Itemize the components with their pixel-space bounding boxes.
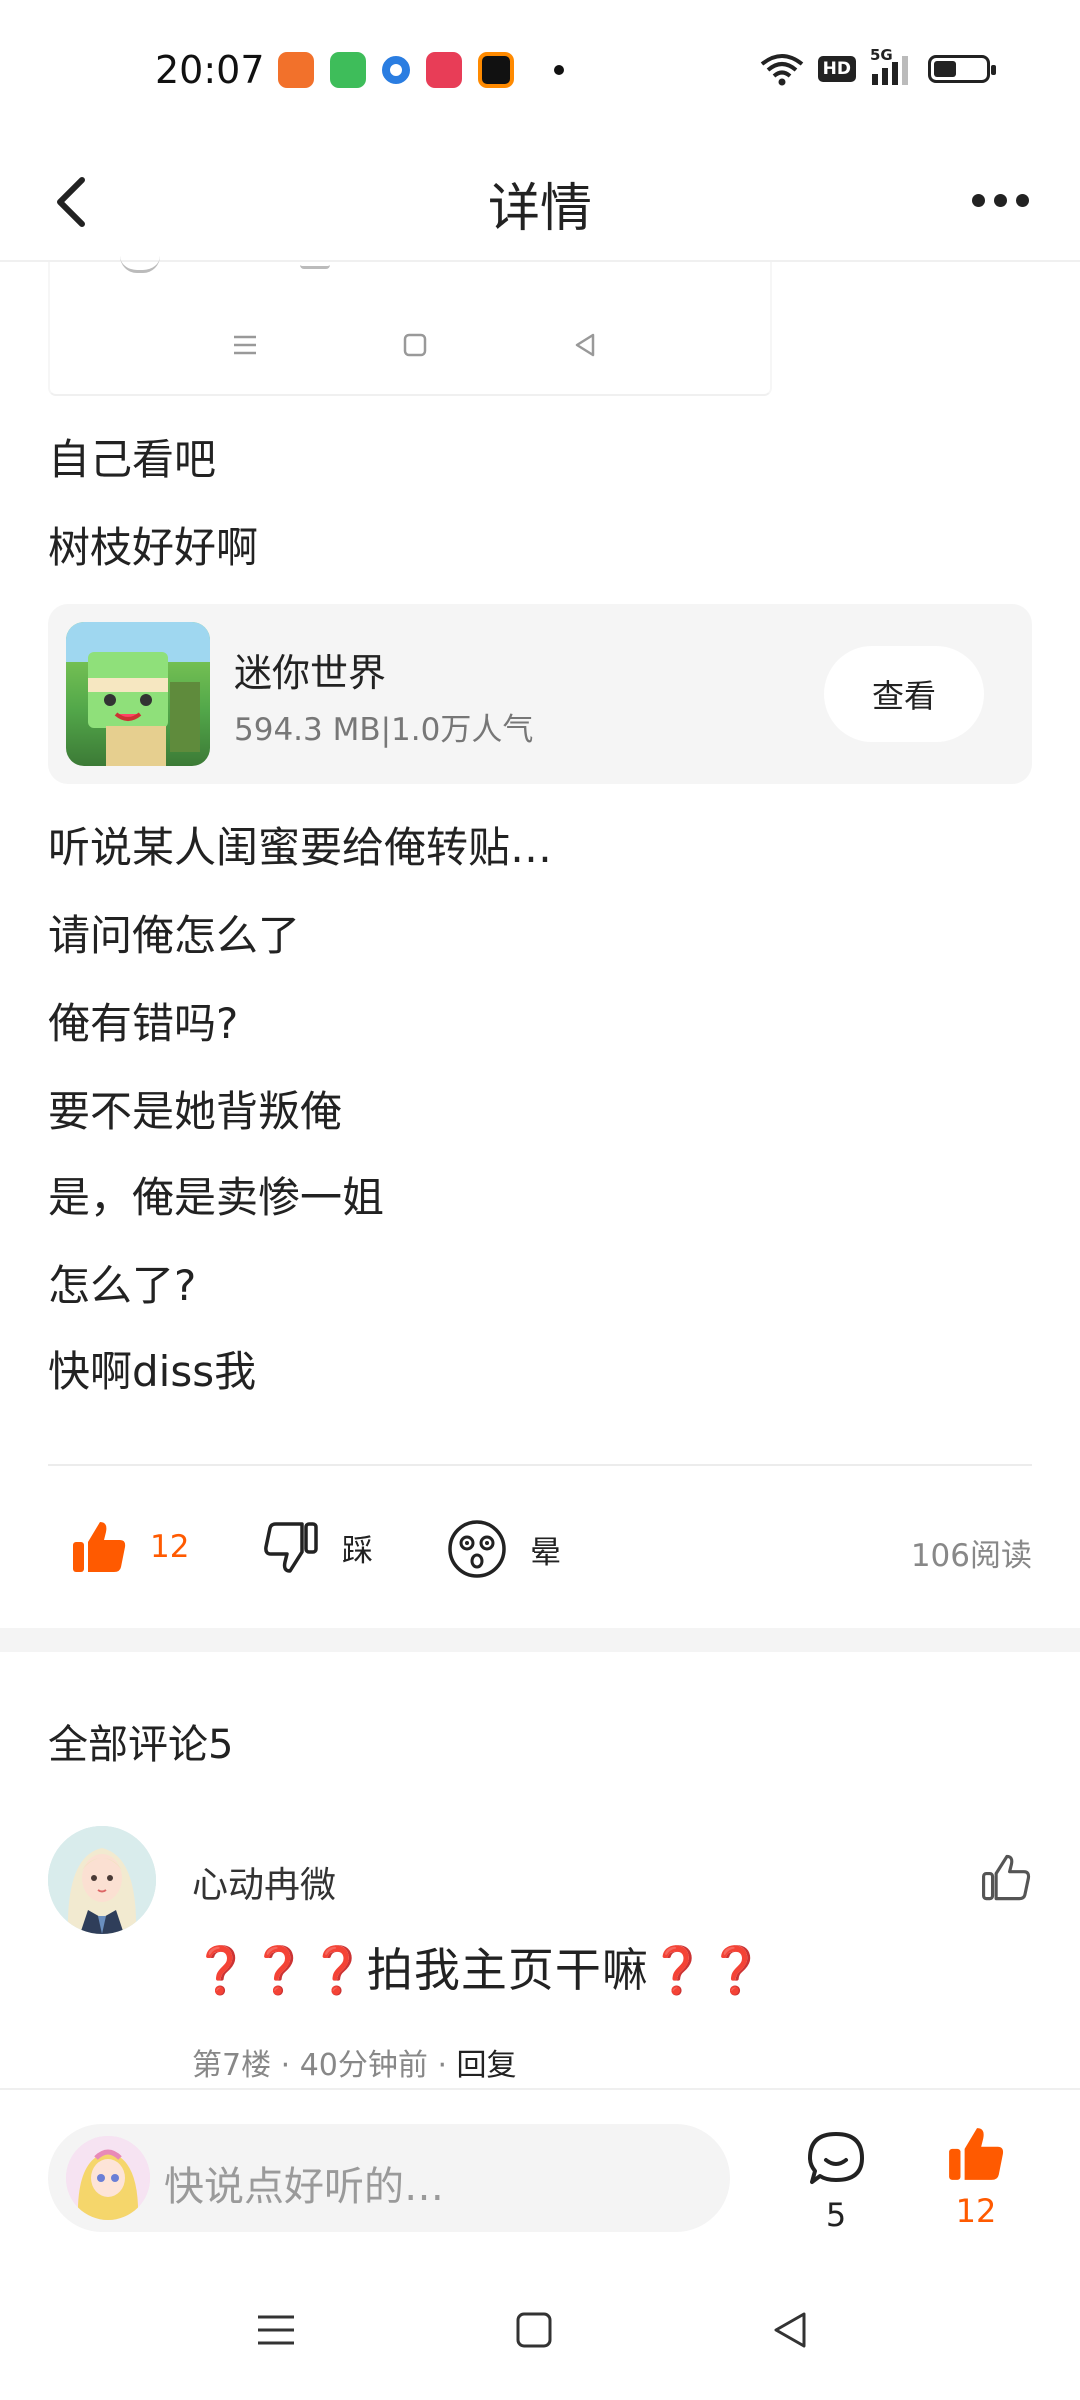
hd-icon: HD	[817, 56, 856, 82]
post-text-line: 自己看吧	[48, 435, 217, 484]
bottom-like-count: 12	[955, 2192, 997, 2230]
post-text-line: 要不是她背叛俺	[48, 1087, 343, 1136]
game-thumbnail	[66, 622, 210, 766]
comment-bubble-icon	[808, 2132, 864, 2184]
like-button[interactable]: 12	[70, 1518, 189, 1576]
game-card[interactable]: 迷你世界 594.3 MB|1.0万人气 查看	[48, 604, 1032, 784]
more-dot-icon	[1015, 193, 1029, 207]
comment-meta: 第7楼 · 40分钟前 · 回复	[192, 2040, 517, 2084]
more-dot-icon	[993, 193, 1007, 207]
user-avatar	[66, 2136, 150, 2220]
post-text-line: 怎么了?	[48, 1261, 197, 1310]
image-fragment	[120, 256, 160, 273]
comment-input[interactable]: 快说点好听的…	[48, 2124, 730, 2232]
post-text-line: 听说某人闺蜜要给俺转贴…	[48, 823, 553, 872]
post-text-line: 是，俺是卖惨一姐	[48, 1173, 385, 1222]
post-image[interactable]	[48, 262, 772, 396]
triangle-back-icon	[575, 333, 595, 357]
comment-input-placeholder: 快说点好听的…	[164, 2164, 444, 2210]
menu-icon[interactable]	[254, 2308, 298, 2352]
comment-like-button[interactable]	[980, 1852, 1032, 1904]
wifi-icon	[760, 54, 803, 86]
app-icon-black	[478, 52, 514, 88]
square-icon	[403, 333, 427, 357]
post-text-line: 请问俺怎么了	[48, 911, 301, 960]
bottom-action-bar: 快说点好听的… 5 12	[0, 2088, 1080, 2280]
menu-icon	[234, 335, 256, 355]
battery-icon	[928, 55, 996, 83]
thumbs-up-filled-icon	[949, 2128, 1004, 2180]
section-separator	[0, 1628, 1080, 1652]
notification-app-icons	[278, 52, 564, 88]
app-icon-orange	[278, 52, 314, 88]
home-square-icon[interactable]	[512, 2308, 556, 2352]
more-options-button[interactable]	[960, 170, 1040, 230]
comment-floor: 第7楼	[192, 2048, 272, 2083]
status-time: 20:07	[155, 48, 265, 92]
post-text-line: 俺有错吗?	[48, 999, 239, 1048]
system-icons: HD 5G	[760, 46, 996, 86]
reactions-row: 12 踩 晕 106阅读	[0, 1500, 1080, 1600]
thumbs-down-icon	[264, 1522, 318, 1573]
more-dot-icon	[971, 193, 985, 207]
dislike-button[interactable]: 踩	[262, 1518, 373, 1576]
app-icon-red	[426, 52, 462, 88]
reply-button[interactable]: 回复	[457, 2048, 517, 2083]
game-name: 迷你世界	[234, 651, 387, 695]
thumbs-up-filled-icon	[73, 1522, 126, 1572]
game-meta: 594.3 MB|1.0万人气	[234, 712, 534, 748]
comments-count-button[interactable]: 5	[800, 2130, 872, 2234]
thumbs-up-outline-icon	[982, 1854, 1031, 1901]
system-navigation-bar	[0, 2278, 1080, 2400]
commenter-avatar[interactable]	[48, 1826, 156, 1934]
commenter-name[interactable]: 心动冉微	[192, 1856, 336, 1908]
back-triangle-icon[interactable]	[768, 2308, 812, 2352]
bottom-like-button[interactable]: 12	[940, 2124, 1012, 2230]
app-icon-green	[330, 52, 366, 88]
comments-count: 5	[825, 2196, 847, 2234]
post-text-line: 树枝好好啊	[48, 523, 259, 572]
dizzy-face-icon	[448, 1520, 506, 1578]
meta-separator: ·	[280, 2048, 300, 2083]
signal-icon: 5G	[870, 46, 914, 86]
divider	[48, 1464, 1032, 1466]
status-bar: 20:07 HD 5G	[0, 0, 1080, 140]
more-notifications-dot-icon	[554, 65, 564, 75]
top-nav-bar: 详情	[0, 140, 1080, 262]
meta-separator: ·	[437, 2048, 457, 2083]
app-icon-blue	[382, 56, 410, 84]
comments-title: 全部评论5	[48, 1722, 234, 1768]
dislike-label: 踩	[342, 1532, 373, 1569]
comment-time: 40分钟前	[299, 2048, 428, 2083]
like-count: 12	[150, 1529, 190, 1565]
view-game-button[interactable]: 查看	[824, 646, 984, 742]
page-title: 详情	[487, 179, 592, 239]
post-text-line: 快啊diss我	[48, 1347, 257, 1396]
read-count: 106阅读	[910, 1538, 1032, 1574]
comment-text: ❓❓❓拍我主页干嘛❓❓	[192, 1943, 766, 1997]
dizzy-label: 晕	[530, 1534, 561, 1571]
dizzy-button[interactable]: 晕	[446, 1518, 561, 1580]
image-fragment	[300, 256, 330, 269]
